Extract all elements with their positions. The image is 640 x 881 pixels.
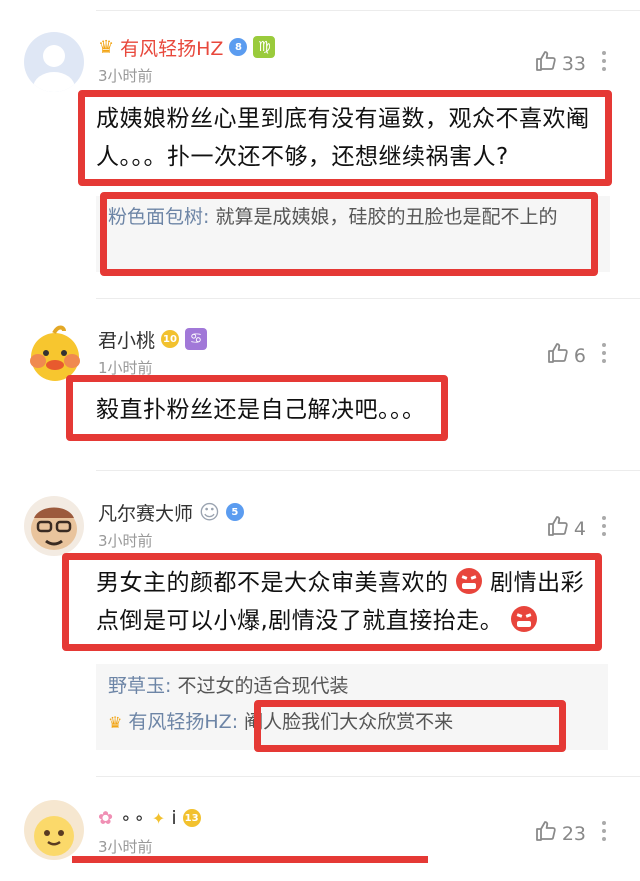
comment-time: 3小时前 — [98, 532, 153, 550]
thumbs-up-icon — [534, 49, 558, 78]
sparkles-icon: ✦ — [151, 808, 166, 828]
like-button[interactable]: 33 — [534, 49, 586, 78]
zodiac-cancer-icon: ♋ — [185, 328, 208, 350]
comment-text: 男女主的颜都不是大众审美喜欢的 剧情出彩点倒是可以小爆,剧情没了就直接抬走。 — [96, 564, 596, 640]
username-row: 君小桃 10 ♋ — [98, 326, 208, 353]
ghost-icon: ☺ — [199, 500, 220, 524]
comment-text-part: 男女主的颜都不是大众审美喜欢的 — [96, 570, 449, 596]
more-options-icon[interactable] — [602, 821, 606, 841]
username[interactable]: i — [171, 807, 176, 829]
reply-author: 野草玉: — [108, 675, 172, 697]
reply-item[interactable]: ♛ 有风轻扬HZ: 阉人脸我们大众欣赏不来 — [108, 704, 596, 741]
level-badge: 8 — [229, 38, 248, 56]
like-button[interactable]: 6 — [546, 341, 586, 370]
divider — [96, 298, 640, 299]
thumbs-up-icon — [534, 819, 558, 848]
more-options-icon[interactable] — [602, 516, 606, 536]
reply-author: 有风轻扬HZ: — [128, 711, 239, 733]
like-count: 6 — [573, 344, 586, 367]
comment-text: 毅直扑粉丝还是自己解决吧。。。 — [96, 397, 426, 423]
username[interactable]: 君小桃 — [98, 326, 155, 353]
level-badge: 5 — [225, 503, 244, 521]
reply-item[interactable]: 粉色面包树: 就算是成姨娘，硅胶的丑脸也是配不上的 — [108, 200, 598, 234]
like-count: 33 — [561, 52, 586, 75]
username-row: 凡尔赛大师 ☺ 5 — [98, 499, 244, 525]
like-button[interactable]: 4 — [546, 514, 586, 543]
highlight-box — [72, 856, 428, 863]
thumbs-up-icon — [546, 341, 570, 370]
username[interactable]: 凡尔赛大师 — [98, 499, 193, 526]
reply-list: 野草玉: 不过女的适合现代装 ♛ 有风轻扬HZ: 阉人脸我们大众欣赏不来 — [96, 664, 608, 750]
username-row: ♛ 有风轻扬HZ 8 ♍ — [98, 34, 276, 61]
like-button[interactable]: 23 — [534, 819, 586, 848]
like-count: 4 — [573, 517, 586, 540]
angry-emoji-icon — [456, 568, 483, 594]
like-count: 23 — [561, 822, 586, 845]
zodiac-virgo-icon: ♍ — [253, 36, 276, 58]
thumbs-up-icon — [546, 514, 570, 543]
angry-emoji-icon — [511, 606, 538, 632]
comment-time: 1小时前 — [98, 359, 153, 377]
crown-icon: ♛ — [98, 36, 115, 58]
cherry-blossom-icon: ✿ — [98, 807, 114, 829]
divider — [96, 470, 640, 471]
comment-text: 成姨娘粉丝心里到底有没有逼数，观众不喜欢阉人。。。扑一次还不够，还想继续祸害人? — [96, 106, 590, 170]
eyes-icon: ⚬⚬ — [119, 808, 146, 828]
avatar[interactable] — [24, 496, 84, 556]
reply-text: 阉人脸我们大众欣赏不来 — [244, 711, 454, 733]
username-row: ✿ ⚬⚬ ✦ i 13 — [98, 805, 201, 831]
level-badge: 13 — [182, 809, 201, 827]
divider — [96, 776, 640, 777]
avatar[interactable] — [24, 323, 84, 383]
reply-text: 不过女的适合现代装 — [177, 675, 349, 697]
reply-item[interactable]: 野草玉: 不过女的适合现代装 — [108, 668, 596, 704]
comment-time: 3小时前 — [98, 838, 153, 856]
more-options-icon[interactable] — [602, 51, 606, 71]
reply-author: 粉色面包树: — [108, 206, 210, 228]
comment-time: 3小时前 — [98, 67, 153, 85]
reply-text: 就算是成姨娘，硅胶的丑脸也是配不上的 — [215, 206, 558, 228]
username[interactable]: 有风轻扬HZ — [120, 34, 223, 61]
divider — [96, 10, 640, 11]
reply-list: 粉色面包树: 就算是成姨娘，硅胶的丑脸也是配不上的 — [96, 196, 610, 272]
more-options-icon[interactable] — [602, 343, 606, 363]
avatar[interactable] — [24, 800, 84, 860]
crown-icon: ♛ — [108, 713, 123, 732]
avatar[interactable] — [24, 32, 84, 92]
level-badge: 10 — [161, 330, 180, 348]
